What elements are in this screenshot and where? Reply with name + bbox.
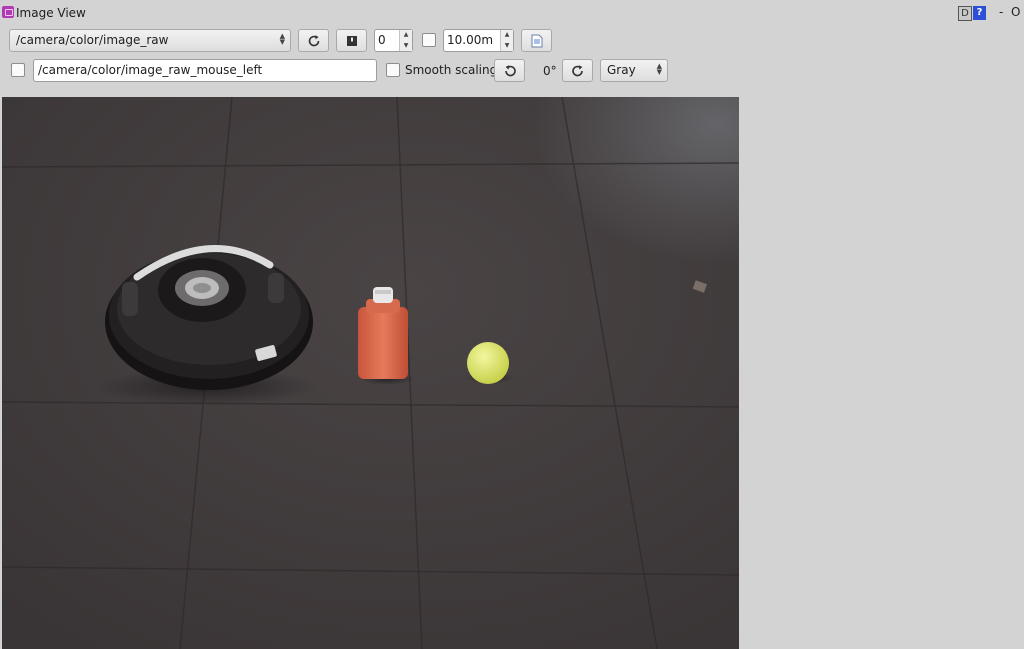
- topic-select[interactable]: /camera/color/image_raw ▲ ▼: [9, 29, 291, 52]
- minimize-button[interactable]: -: [999, 5, 1003, 19]
- close-button[interactable]: O: [1011, 5, 1020, 19]
- smooth-scaling-label: Smooth scaling: [405, 63, 498, 77]
- camera-image: [2, 97, 739, 649]
- save-button[interactable]: [336, 29, 367, 52]
- rotate-left-button[interactable]: [494, 59, 525, 82]
- refresh-button[interactable]: [298, 29, 329, 52]
- chevron-updown-icon: ▲ ▼: [656, 62, 662, 76]
- smooth-scaling-checkbox[interactable]: [386, 63, 400, 77]
- title-bar: Image View D ? - O: [0, 0, 1024, 26]
- debug-badge[interactable]: D: [958, 6, 972, 21]
- chevron-updown-icon: ▲ ▼: [279, 32, 285, 46]
- app-icon: [2, 6, 14, 18]
- rotate-right-button[interactable]: [562, 59, 593, 82]
- rotate-left-icon: [504, 64, 516, 76]
- rotation-label: 0°: [543, 64, 557, 78]
- window-title: Image View: [16, 6, 86, 20]
- frame-stepper[interactable]: ▲ ▼: [399, 30, 412, 51]
- topic-select-value: /camera/color/image_raw: [16, 33, 169, 47]
- max-range-spinbox[interactable]: 10.00m ▲ ▼: [443, 29, 514, 52]
- refresh-icon: [308, 34, 319, 46]
- zoom-fit-button[interactable]: [521, 29, 552, 52]
- mouse-topic-input[interactable]: /camera/color/image_raw_mouse_left: [33, 59, 377, 82]
- colormap-value: Gray: [607, 63, 636, 77]
- help-button[interactable]: ?: [973, 6, 986, 20]
- rotate-right-icon: [571, 64, 583, 76]
- zoom-fit-icon: [531, 34, 542, 47]
- save-icon: [346, 35, 357, 46]
- camera-image-view[interactable]: [2, 97, 739, 649]
- frame-value: 0: [378, 33, 386, 47]
- colormap-select[interactable]: Gray ▲ ▼: [600, 59, 668, 82]
- max-range-checkbox[interactable]: [422, 33, 436, 47]
- frame-spinbox[interactable]: 0 ▲ ▼: [374, 29, 413, 52]
- max-range-value: 10.00m: [447, 33, 494, 47]
- mouse-publish-checkbox[interactable]: [11, 63, 25, 77]
- max-range-stepper[interactable]: ▲ ▼: [500, 30, 513, 51]
- mouse-topic-value: /camera/color/image_raw_mouse_left: [38, 63, 263, 77]
